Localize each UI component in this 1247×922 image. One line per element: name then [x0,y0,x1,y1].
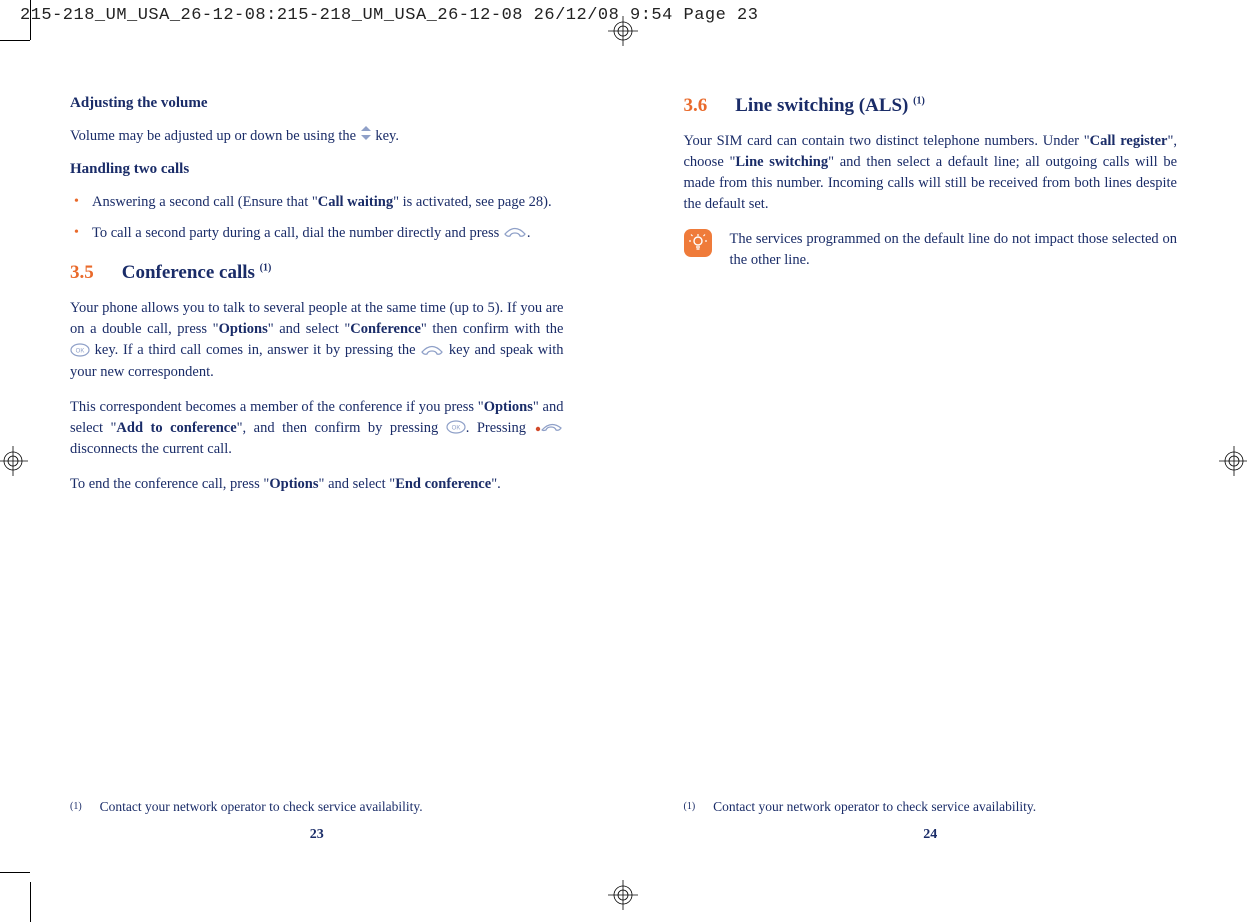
text: Line switching (ALS) [735,95,913,116]
text: . Pressing [466,420,534,436]
end-call-key-icon [533,418,563,439]
crop-mark [0,872,30,873]
text: To end the conference call, press " [70,476,269,492]
bold-text: End conference [395,476,491,492]
ok-key-icon: OK [70,341,90,362]
footnote: (1) Contact your network operator to che… [70,799,423,815]
bullet-list: Answering a second call (Ensure that "Ca… [70,192,564,244]
text: ", and then confirm by pressing [237,420,446,436]
paragraph: Your SIM card can contain two distinct t… [684,131,1178,215]
footnote-text: Contact your network operator to check s… [713,799,1036,815]
text: " and select " [268,321,351,337]
bold-text: Add to conference [116,420,236,436]
bold-text: Options [484,399,533,415]
bold-text: Options [269,476,318,492]
registration-mark-icon [0,446,28,476]
registration-mark-icon [608,880,638,910]
crop-mark [30,0,31,40]
bold-text: Call register [1090,133,1168,149]
section-heading-3-6: 3.6 Line switching (ALS) (1) [684,95,1178,117]
paragraph: Your phone allows you to talk to several… [70,298,564,382]
text: disconnects the current call. [70,441,232,457]
text: Answering a second call (Ensure that " [92,194,318,210]
page-spread: Adjusting the volume Volume may be adjus… [0,35,1247,855]
text: Conference calls [122,262,260,283]
crop-mark [30,882,31,922]
tip-callout: The services programmed on the default l… [684,229,1178,271]
crop-mark [0,40,30,41]
text: " is activated, see page 28). [393,194,552,210]
footnote-marker: (1) [70,799,82,815]
tip-text: The services programmed on the default l… [730,229,1178,271]
text: " and select " [319,476,396,492]
lightbulb-icon [684,229,712,257]
list-item: Answering a second call (Ensure that "Ca… [70,192,564,213]
registration-mark-icon [1219,446,1247,476]
paragraph: To end the conference call, press "Optio… [70,474,564,495]
text: This correspondent becomes a member of t… [70,399,484,415]
text: Volume may be adjusted up or down be usi… [70,128,360,144]
bold-text: Call waiting [318,194,393,210]
footnote-ref: (1) [913,96,925,107]
ok-key-icon: OK [446,418,466,439]
heading-adjusting-volume: Adjusting the volume [70,95,564,112]
paragraph: Volume may be adjusted up or down be usi… [70,126,564,147]
page-number: 24 [684,827,1178,843]
text: key. If a third call comes in, answer it… [95,342,421,358]
footnote-text: Contact your network operator to check s… [100,799,423,815]
registration-mark-icon [608,16,638,46]
section-title: Conference calls (1) [122,262,272,284]
page-left: Adjusting the volume Volume may be adjus… [70,95,564,855]
footnote: (1) Contact your network operator to che… [684,799,1037,815]
bold-text: Conference [350,321,421,337]
list-item: To call a second party during a call, di… [70,223,564,244]
bold-text: Options [219,321,268,337]
page-number: 23 [70,827,564,843]
text: ". [491,476,501,492]
up-down-key-icon [360,126,372,147]
text: key. [375,128,399,144]
svg-text:OK: OK [451,425,460,431]
page-right: 3.6 Line switching (ALS) (1) Your SIM ca… [684,95,1178,855]
section-title: Line switching (ALS) (1) [735,95,925,117]
svg-text:OK: OK [76,348,85,354]
footnote-ref: (1) [260,263,272,274]
section-number: 3.6 [684,95,708,117]
bold-text: Line switching [735,154,828,170]
heading-handling-two-calls: Handling two calls [70,161,564,178]
text: . [527,225,531,241]
text: Your SIM card can contain two distinct t… [684,133,1090,149]
text: " then confirm with the [421,321,564,337]
text: To call a second party during a call, di… [92,225,503,241]
footnote-marker: (1) [684,799,696,815]
call-key-icon [503,223,527,244]
section-heading-3-5: 3.5 Conference calls (1) [70,262,564,284]
section-number: 3.5 [70,262,94,284]
paragraph: This correspondent becomes a member of t… [70,397,564,460]
call-key-icon [420,341,444,362]
